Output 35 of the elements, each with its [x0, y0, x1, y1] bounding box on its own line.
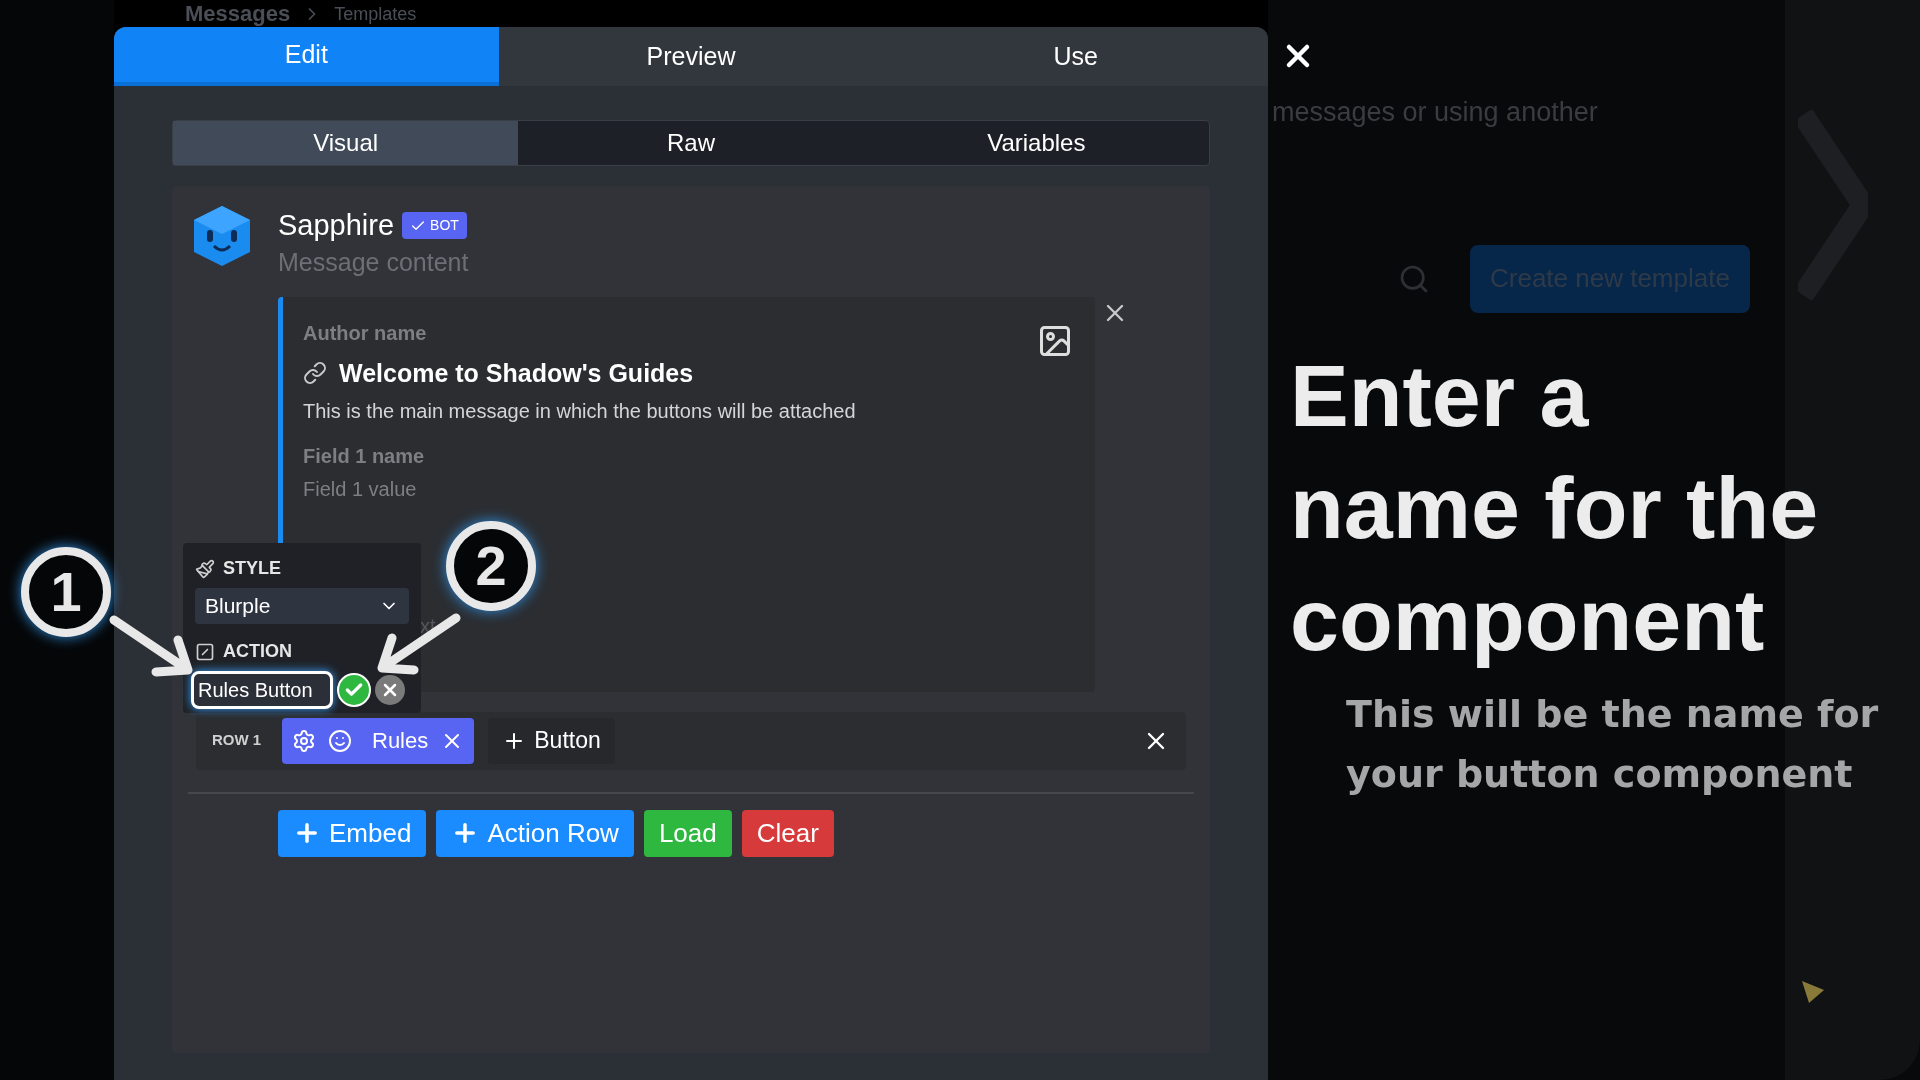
robot-avatar [192, 204, 252, 268]
tab[interactable]: Preview [498, 27, 884, 86]
breadcrumb: Templates [334, 4, 417, 23]
subtab[interactable]: Raw [518, 121, 864, 165]
cursor-icon [1800, 980, 1825, 1004]
caption-subtitle: This will be the name for your button component [1346, 691, 1880, 798]
cancel-button[interactable] [375, 675, 405, 705]
embed-title: Welcome to Shadow's Guides [339, 357, 694, 389]
smiley-icon [328, 728, 352, 753]
confirm-button[interactable] [337, 673, 371, 707]
bot-username: Sapphire [278, 208, 395, 243]
slash-icon [195, 641, 215, 662]
gear-icon [292, 728, 316, 753]
tab[interactable]: Edit [114, 27, 499, 86]
add-button[interactable]: Button [488, 717, 615, 764]
caption-title: Enter a name for the component [1290, 345, 1820, 671]
message-content-field[interactable]: Message content [278, 247, 678, 277]
subtab[interactable]: Visual [173, 121, 519, 165]
brush-icon [195, 558, 215, 579]
field-name: Field 1 name [303, 443, 425, 469]
link-icon [303, 361, 327, 386]
action-button[interactable]: Clear [741, 809, 834, 857]
bot-badge: BOT [402, 212, 467, 240]
tab[interactable]: Use [883, 27, 1268, 86]
name-input[interactable]: Rules Button [191, 671, 333, 709]
embed-description: This is the main message in which the buttons will be attached [303, 398, 856, 424]
page-title: Messages [185, 2, 291, 25]
action-label: ACTION [223, 640, 292, 663]
style-label: STYLE [223, 557, 281, 580]
row-label: ROW 1 [212, 730, 263, 751]
author-name: Author name [303, 320, 427, 346]
style-select[interactable]: Blurple [195, 588, 409, 624]
component-button[interactable]: Rules [282, 717, 475, 764]
field-value: Field 1 value [303, 476, 417, 502]
subtab[interactable]: Variables [863, 121, 1209, 165]
